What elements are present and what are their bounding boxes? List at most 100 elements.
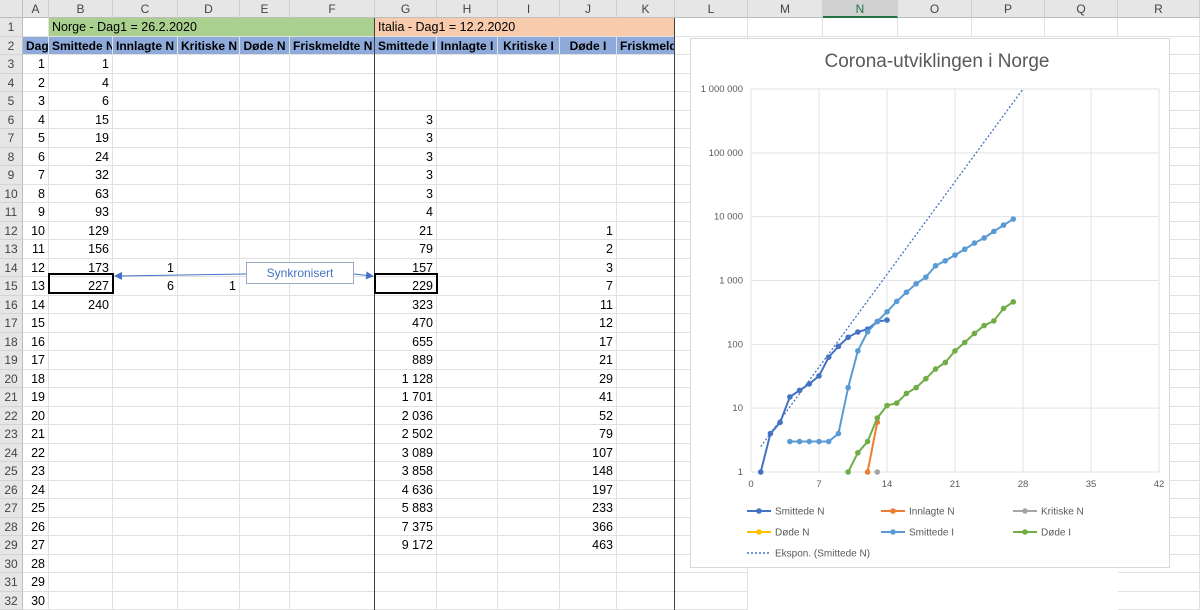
row-header-15[interactable]: 15 [0,277,23,296]
table-cell[interactable]: 32 [49,166,113,185]
cell[interactable] [1118,591,1200,610]
table-cell[interactable]: 20 [23,406,49,425]
table-cell[interactable] [560,147,617,166]
table-cell[interactable] [560,573,617,592]
table-cell[interactable] [498,129,560,148]
table-cell[interactable] [178,129,240,148]
table-cell[interactable]: 23 [23,462,49,481]
row-header-11[interactable]: 11 [0,203,23,222]
table-cell[interactable] [437,166,498,185]
table-cell[interactable] [178,166,240,185]
table-cell[interactable]: 18 [23,369,49,388]
table-cell[interactable] [240,184,290,203]
table-cell[interactable] [617,147,675,166]
table-cell[interactable] [49,517,113,536]
row-header-8[interactable]: 8 [0,147,23,166]
table-cell[interactable]: 14 [23,295,49,314]
table-cell[interactable] [290,425,375,444]
table-cell[interactable] [49,314,113,333]
table-cell[interactable] [178,332,240,351]
table-cell[interactable] [498,517,560,536]
table-cell[interactable] [617,462,675,481]
table-cell[interactable] [178,443,240,462]
table-cell[interactable] [375,92,437,111]
table-cell[interactable] [113,295,178,314]
table-cell[interactable] [178,184,240,203]
table-cell[interactable] [290,110,375,129]
table-cell[interactable] [560,92,617,111]
table-cell[interactable]: 5 883 [375,499,437,518]
table-cell[interactable] [178,258,240,277]
table-cell[interactable] [617,314,675,333]
table-cell[interactable] [498,203,560,222]
table-cell[interactable] [240,147,290,166]
table-cell[interactable] [498,351,560,370]
column-header-n[interactable]: N [823,0,898,18]
table-cell[interactable] [113,203,178,222]
table-cell[interactable]: 6 [49,92,113,111]
table-cell[interactable] [113,166,178,185]
row-header-3[interactable]: 3 [0,55,23,74]
table-cell[interactable]: 29 [560,369,617,388]
table-cell[interactable]: 21 [375,221,437,240]
table-cell[interactable] [178,55,240,74]
table-cell[interactable]: 12 [23,258,49,277]
table-cell[interactable] [113,73,178,92]
table-cell[interactable] [240,314,290,333]
table-cell[interactable] [437,536,498,555]
table-cell[interactable] [498,369,560,388]
table-cell[interactable]: 4 [375,203,437,222]
table-cell[interactable] [290,332,375,351]
table-cell[interactable] [178,462,240,481]
table-cell[interactable] [178,388,240,407]
table-cell[interactable] [113,517,178,536]
table-cell[interactable] [617,517,675,536]
table-cell[interactable] [617,499,675,518]
table-cell[interactable] [560,203,617,222]
table-cell[interactable]: 13 [23,277,49,296]
table-cell[interactable] [240,388,290,407]
table-cell[interactable] [240,73,290,92]
table-cell[interactable] [498,258,560,277]
table-cell[interactable]: 1 [178,277,240,296]
table-cell[interactable] [498,499,560,518]
table-cell[interactable] [178,369,240,388]
table-cell[interactable] [240,480,290,499]
row-header-7[interactable]: 7 [0,129,23,148]
table-cell[interactable] [498,536,560,555]
table-cell[interactable] [113,388,178,407]
table-cell[interactable]: 129 [49,221,113,240]
table-cell[interactable] [498,166,560,185]
table-cell[interactable] [498,92,560,111]
table-cell[interactable] [560,129,617,148]
table-cell[interactable] [437,55,498,74]
table-cell[interactable] [178,221,240,240]
table-cell[interactable]: 30 [23,591,49,610]
table-cell[interactable] [498,443,560,462]
table-cell[interactable] [240,425,290,444]
row-header-30[interactable]: 30 [0,554,23,573]
cell[interactable] [748,18,823,37]
table-cell[interactable]: 11 [23,240,49,259]
table-cell[interactable] [113,240,178,259]
cell[interactable] [1118,18,1200,37]
row-header-19[interactable]: 19 [0,351,23,370]
table-cell[interactable]: 16 [23,332,49,351]
table-cell[interactable] [113,110,178,129]
table-cell[interactable] [49,591,113,610]
table-cell[interactable] [617,92,675,111]
table-cell[interactable]: 2 [23,73,49,92]
table-cell[interactable] [437,554,498,573]
table-cell[interactable]: 3 [375,147,437,166]
table-cell[interactable] [437,240,498,259]
table-cell[interactable] [498,554,560,573]
table-cell[interactable] [617,110,675,129]
table-cell[interactable]: 29 [23,573,49,592]
table-cell[interactable] [240,536,290,555]
table-cell[interactable] [560,110,617,129]
table-cell[interactable] [178,203,240,222]
table-cell[interactable] [240,351,290,370]
column-header-a[interactable]: A [23,0,49,18]
table-cell[interactable] [178,240,240,259]
table-cell[interactable] [290,517,375,536]
